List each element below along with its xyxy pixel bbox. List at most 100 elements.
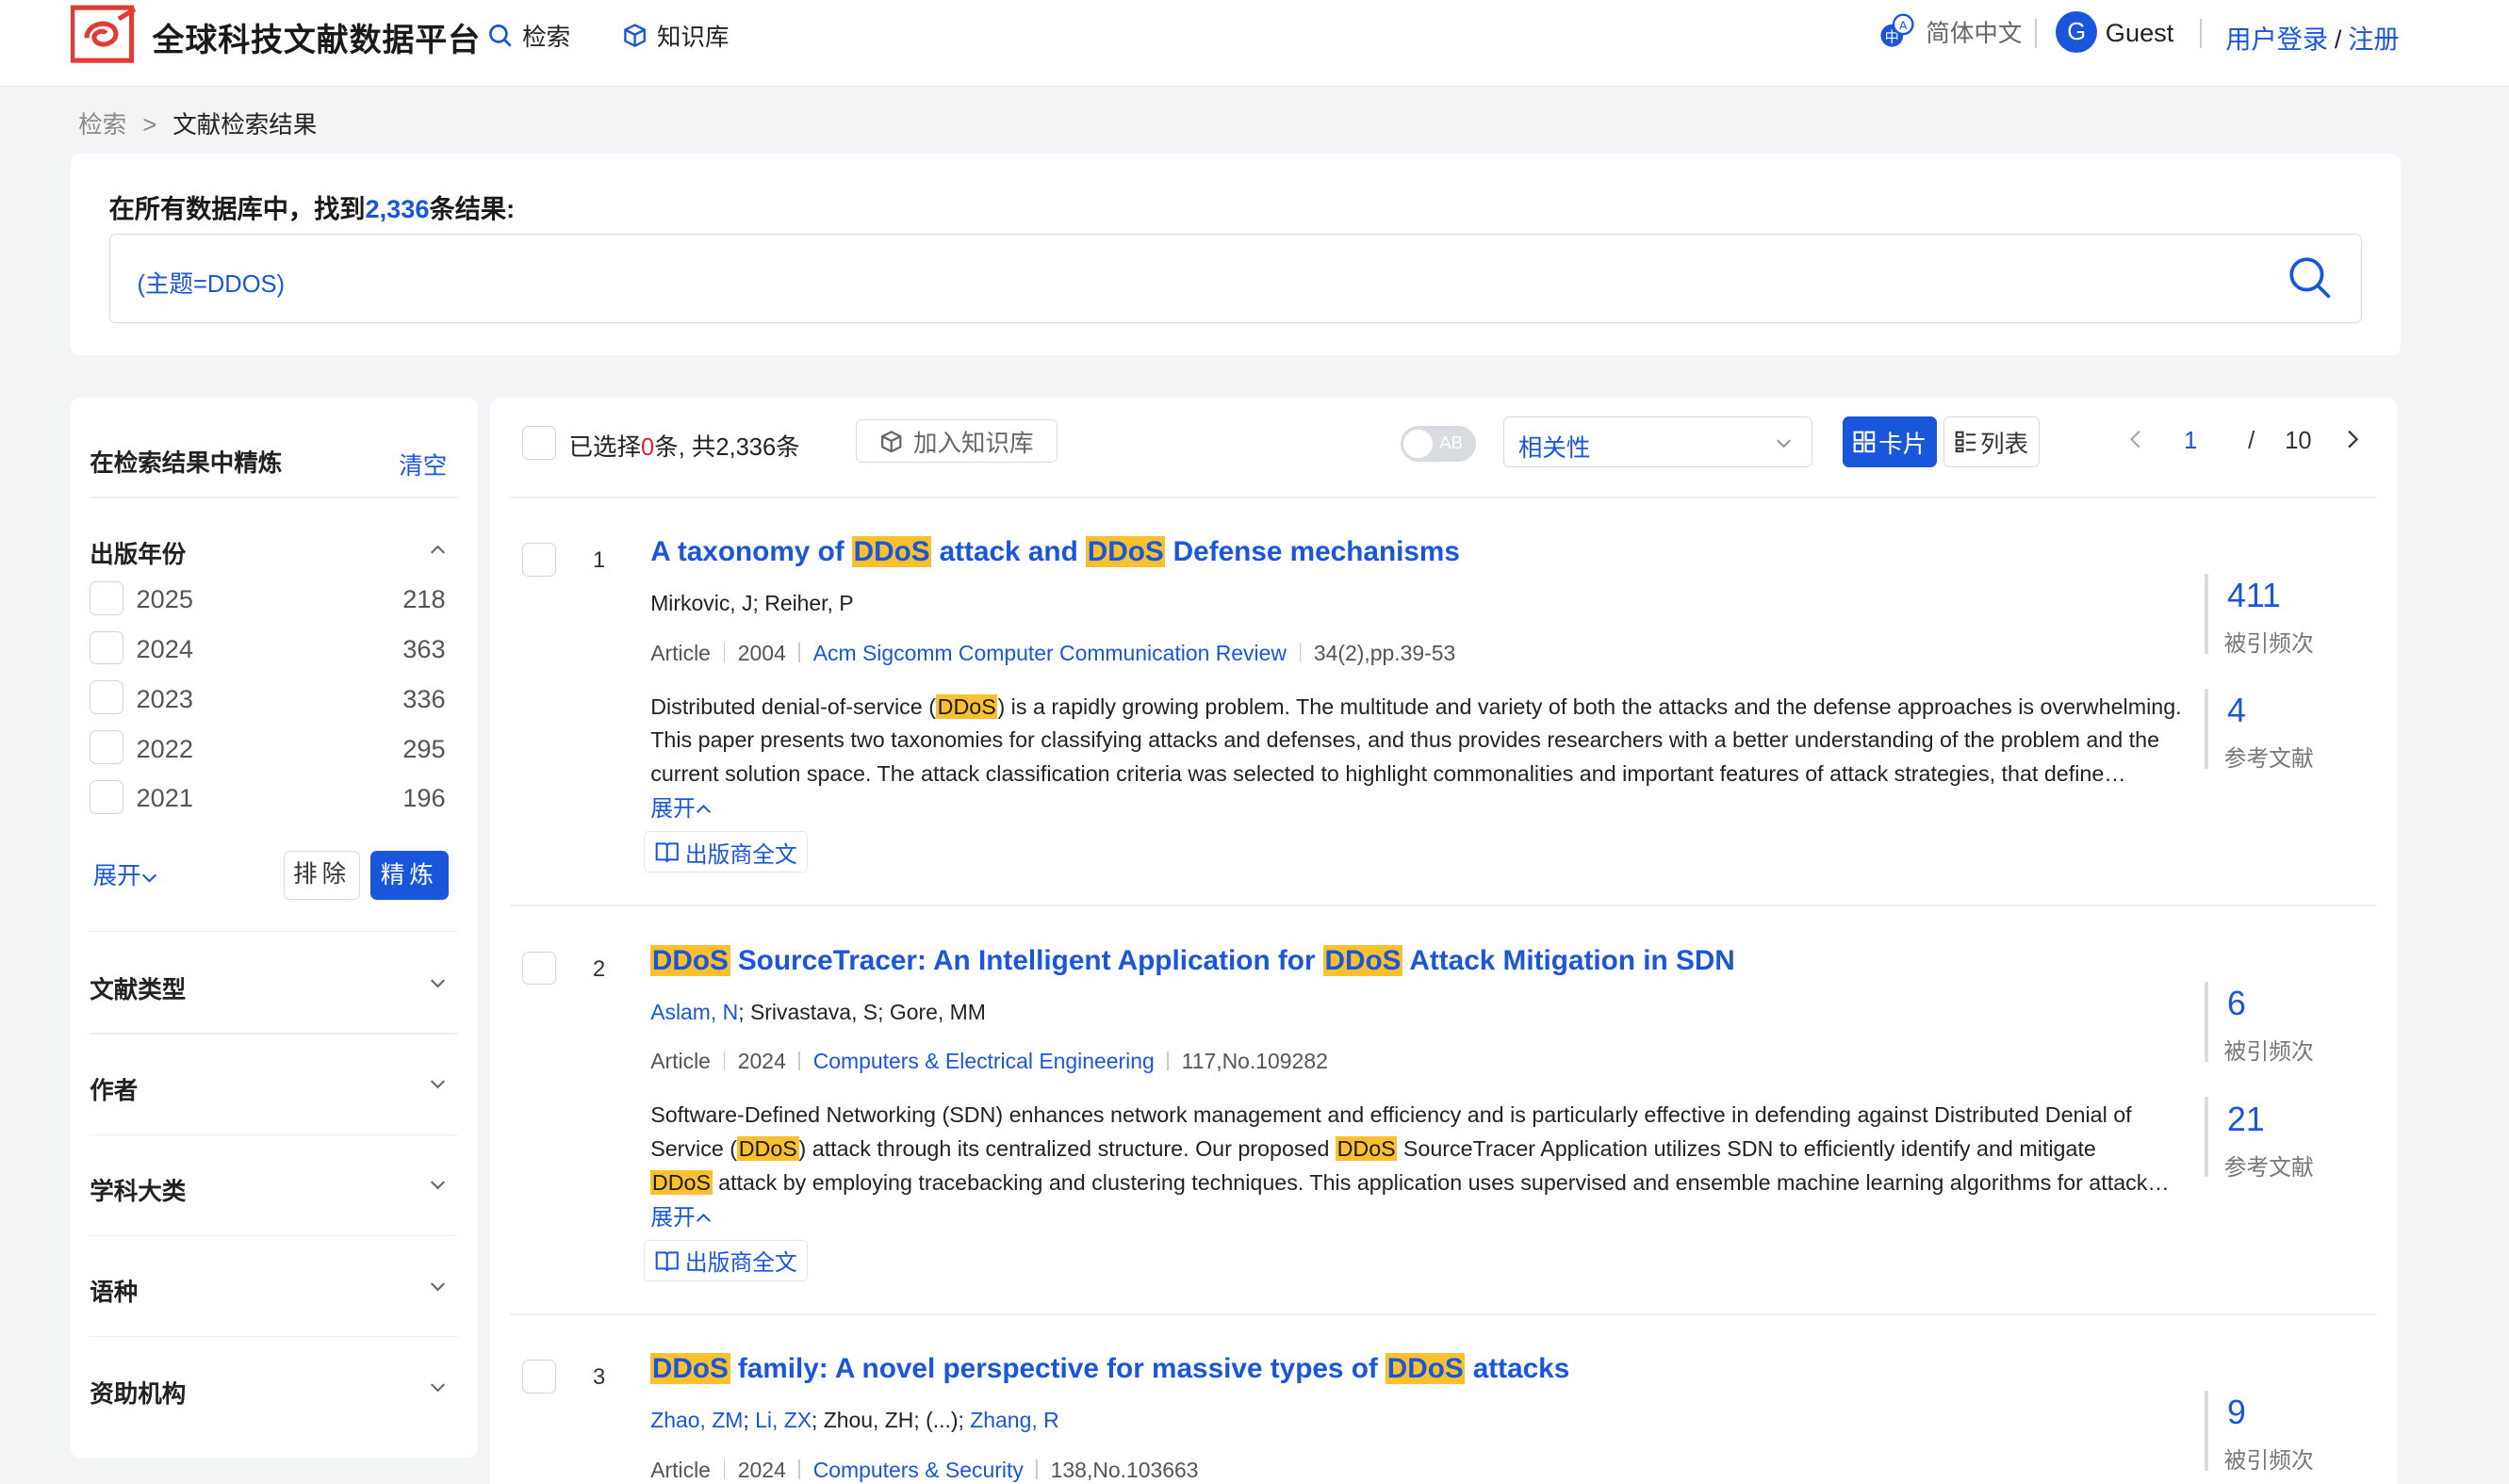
year-option[interactable]: 2024 363 — [90, 630, 446, 666]
record-checkbox[interactable] — [522, 1360, 556, 1394]
nav-search-label: 检索 — [522, 24, 571, 51]
search-panel: 在所有数据库中，找到2,336条结果: (主题=DDOS) — [70, 154, 2401, 356]
chevron-down-icon[interactable] — [430, 1177, 446, 1193]
publisher-fulltext-button[interactable]: 出版商全文 — [644, 1239, 809, 1281]
year-checkbox[interactable] — [90, 581, 123, 615]
year-count: 218 — [402, 584, 446, 614]
year-checkbox[interactable] — [90, 779, 123, 814]
title-text: SourceTracer: An Intelligent Application… — [730, 944, 1323, 976]
abstract-line: Distributed denial-of-service (DDoS) is … — [650, 691, 2189, 725]
result-summary-prefix: 在所有数据库中，找到 — [108, 193, 366, 223]
record-index: 2 — [592, 955, 606, 982]
toggle-knob — [1403, 429, 1433, 459]
result-count: 2,336 — [365, 193, 430, 223]
nav-knowledge-base[interactable]: 知识库 — [622, 18, 729, 53]
chevron-up-icon — [696, 1213, 711, 1222]
volume-info: 138,No.103663 — [1050, 1457, 1199, 1482]
year-option[interactable]: 2025 218 — [90, 581, 446, 616]
facet-language[interactable]: 语种 — [90, 1273, 138, 1308]
sort-select[interactable]: 相关性 — [1502, 416, 1812, 468]
record-meta: Article 2004 Acm Sigcomm Computer Communic… — [650, 641, 1455, 666]
list-view-button[interactable]: 列表 — [1943, 416, 2041, 468]
record-title[interactable]: DDoS SourceTracer: An Intelligent Applic… — [650, 944, 1735, 977]
meta-divider — [723, 1460, 726, 1479]
facet-year-header[interactable]: 出版年份 — [90, 535, 186, 570]
record-title[interactable]: A taxonomy of DDoS attack and DDoS Defen… — [650, 536, 1460, 568]
facet-doc-type[interactable]: 文献类型 — [90, 970, 186, 1005]
top-bar: 全球科技文献数据平台 检索 知识库 中A 简体中文 G Guest 用户登录 / 注… — [0, 0, 2509, 87]
expand-abstract-link[interactable]: 展开 — [650, 1199, 712, 1231]
facet-subject[interactable]: 学科大类 — [90, 1172, 186, 1207]
breadcrumb-search[interactable]: 检索 — [78, 112, 126, 139]
stat-bar — [2205, 982, 2208, 1063]
chevron-down-icon[interactable] — [430, 1279, 446, 1295]
title-text: attack and — [931, 536, 1087, 568]
journal-link[interactable]: Acm Sigcomm Computer Communication Revie… — [813, 641, 1287, 665]
fulltext-label: 出版商全文 — [684, 841, 797, 868]
title-text: family: A novel perspective for massive … — [730, 1353, 1386, 1385]
record-abstract: Software-Defined Networking (SDN) enhanc… — [650, 1099, 2189, 1199]
author-link[interactable]: Zhang, R — [970, 1408, 1058, 1432]
current-page[interactable]: 1 — [2184, 428, 2197, 455]
volume-info: 34(2),pp.39-53 — [1313, 640, 1456, 665]
author-link[interactable]: Li, ZX — [755, 1408, 812, 1432]
select-all-checkbox[interactable] — [522, 426, 556, 460]
result-summary-suffix: 条结果: — [429, 193, 516, 223]
search-query[interactable]: (主题=DDOS) — [137, 265, 285, 300]
login-link[interactable]: 用户登录 — [2225, 24, 2328, 54]
expand-years-link[interactable]: 展开 — [93, 856, 157, 891]
year-checkbox[interactable] — [90, 680, 123, 715]
selection-summary: 已选择0条, 共2,336条 — [568, 428, 799, 463]
language-switch[interactable]: 中A 简体中文 — [1878, 13, 2022, 52]
divider — [509, 496, 2377, 498]
expand-abstract-link[interactable]: 展开 — [650, 790, 712, 823]
result-card: 2 DDoS SourceTracer: An Intelligent Appl… — [490, 944, 2397, 1336]
record-title[interactable]: DDoS family: A novel perspective for mas… — [650, 1353, 1569, 1385]
publisher-fulltext-button[interactable]: 出版商全文 — [644, 831, 809, 873]
year-option[interactable]: 2023 336 — [90, 680, 446, 715]
nav-search[interactable]: 检索 — [487, 18, 570, 53]
logo-icon[interactable] — [70, 3, 138, 64]
chevron-down-icon[interactable] — [430, 975, 446, 991]
svg-text:A: A — [1900, 19, 1909, 32]
refine-button[interactable]: 精炼 — [369, 850, 449, 901]
avatar[interactable]: G — [2056, 10, 2098, 54]
year-option[interactable]: 2021 196 — [90, 779, 446, 815]
year-count: 336 — [402, 683, 446, 713]
journal-link[interactable]: Computers & Security — [813, 1458, 1024, 1482]
record-checkbox[interactable] — [522, 543, 556, 577]
title-highlight: DDoS — [1322, 944, 1403, 976]
search-input[interactable]: (主题=DDOS) — [108, 234, 2362, 324]
header-divider — [2035, 19, 2037, 48]
record-meta: Article 2024 Computers & Electrical Engine… — [650, 1049, 1328, 1074]
card-view-button[interactable]: 卡片 — [1842, 416, 1938, 468]
author-link[interactable]: Zhao, ZM — [650, 1408, 743, 1432]
author-ellipsis[interactable]: (...) — [926, 1408, 958, 1432]
journal-link[interactable]: Computers & Electrical Engineering — [813, 1049, 1155, 1073]
cited-label: 被引频次 — [2223, 1447, 2314, 1474]
exclude-button[interactable]: 排除 — [283, 850, 361, 901]
user-name[interactable]: Guest — [2106, 18, 2174, 48]
facet-funding[interactable]: 资助机构 — [90, 1375, 186, 1410]
register-link[interactable]: 注册 — [2348, 24, 2399, 54]
year-option[interactable]: 2022 295 — [90, 730, 446, 765]
year-checkbox[interactable] — [90, 730, 123, 764]
ab-toggle[interactable]: AB — [1400, 426, 1476, 462]
chevron-up-icon[interactable] — [430, 542, 446, 558]
abstract-highlight: DDoS — [650, 1169, 713, 1195]
login-register: 用户登录 / 注册 — [2225, 18, 2399, 56]
author-link[interactable]: Aslam, N — [650, 1000, 738, 1024]
facet-author[interactable]: 作者 — [90, 1071, 138, 1106]
year-checkbox[interactable] — [90, 630, 123, 665]
clear-button[interactable]: 清空 — [399, 447, 447, 481]
chevron-down-icon[interactable] — [430, 1076, 446, 1092]
record-checkbox[interactable] — [522, 951, 556, 986]
add-to-kb-button[interactable]: 加入知识库 — [855, 419, 1058, 464]
chevron-down-icon[interactable] — [430, 1379, 446, 1395]
platform-name[interactable]: 全球科技文献数据平台 — [153, 14, 482, 60]
chevron-right-icon[interactable] — [2344, 430, 2360, 448]
search-icon[interactable] — [2288, 255, 2333, 301]
year-label: 2023 — [136, 683, 193, 713]
chevron-left-icon[interactable] — [2128, 430, 2144, 448]
abstract-text: ) is a rapidly growing problem. The mult… — [997, 693, 2182, 719]
